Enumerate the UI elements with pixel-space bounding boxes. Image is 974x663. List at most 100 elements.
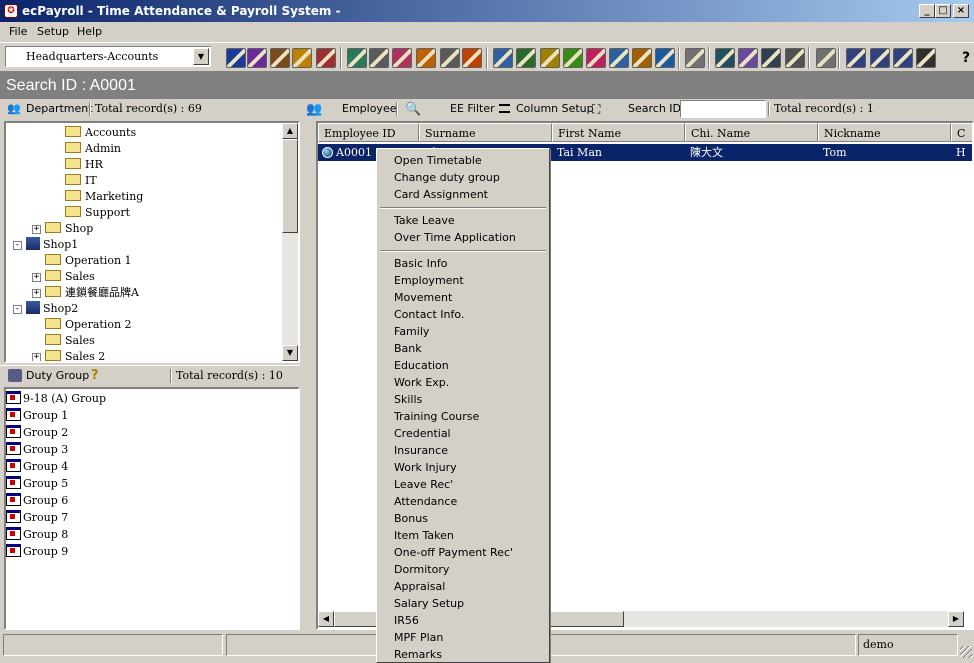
tree-item[interactable]: Shop1	[26, 237, 78, 253]
context-menu-item[interactable]: Basic Info	[394, 255, 447, 272]
context-menu-item[interactable]: Bank	[394, 340, 422, 357]
context-menu-item[interactable]: One-off Payment Rec'	[394, 544, 513, 561]
column-header-employee-id[interactable]: Employee ID	[318, 123, 419, 142]
list-item[interactable]: Group 1	[6, 407, 68, 424]
tree-item[interactable]: Shop	[45, 221, 93, 237]
context-menu-item[interactable]: Over Time Application	[394, 229, 516, 246]
help-icon[interactable]: ?	[91, 366, 99, 386]
org-chart-icon[interactable]	[761, 48, 781, 68]
context-menu-item[interactable]: Take Leave	[394, 212, 455, 229]
scroll-thumb[interactable]	[282, 139, 298, 233]
people-icon[interactable]	[226, 48, 246, 68]
context-menu-item[interactable]: Dormitory	[394, 561, 449, 578]
column-header-first-name[interactable]: First Name	[552, 123, 685, 142]
column-header-surname[interactable]: Surname	[419, 123, 552, 142]
scroll-down-icon[interactable]: ▼	[282, 345, 298, 361]
tree-item[interactable]: Admin	[65, 141, 121, 157]
chevron-down-icon[interactable]: ▼	[193, 48, 209, 65]
copy-icon[interactable]	[493, 48, 513, 68]
tree-item[interactable]: Sales	[45, 333, 95, 349]
context-menu-item[interactable]: Training Course	[394, 408, 479, 425]
context-menu-item[interactable]: Remarks	[394, 646, 442, 663]
context-menu-item[interactable]: Movement	[394, 289, 452, 306]
gear-icon[interactable]	[416, 48, 436, 68]
tree-item[interactable]: Operation 2	[45, 317, 132, 333]
list-item[interactable]: Group 7	[6, 509, 68, 526]
tree-item[interactable]: IT	[65, 173, 97, 189]
context-menu-item[interactable]: Bonus	[394, 510, 428, 527]
scroll-right-icon[interactable]: ▶	[948, 611, 964, 627]
menu-help[interactable]: Help	[77, 25, 102, 38]
list-item[interactable]: Group 3	[6, 441, 68, 458]
expand-icon[interactable]: +	[32, 353, 41, 361]
people-icon[interactable]: 👥	[306, 100, 322, 120]
pencil-icon[interactable]	[563, 48, 583, 68]
search-icon[interactable]: 🔍	[405, 100, 421, 120]
expand-icon[interactable]: +	[32, 225, 41, 234]
alarm-clock-icon[interactable]	[462, 48, 482, 68]
context-menu-item[interactable]: Appraisal	[394, 578, 445, 595]
list-item[interactable]: Group 9	[6, 543, 68, 560]
monitor-icon[interactable]	[715, 48, 735, 68]
menu-setup[interactable]: Setup	[37, 25, 69, 38]
collapse-icon[interactable]: -	[13, 305, 22, 314]
document-icon[interactable]	[369, 48, 389, 68]
tree-item[interactable]: Shop2	[26, 301, 78, 317]
globe-pin-icon[interactable]	[632, 48, 652, 68]
context-menu-item[interactable]: Work Injury	[394, 459, 457, 476]
expand-icon[interactable]: +	[32, 289, 41, 298]
scroll-up-icon[interactable]: ▲	[282, 123, 298, 139]
column-header-nickname[interactable]: Nickname	[818, 123, 951, 142]
search-id-input[interactable]	[680, 100, 766, 118]
binoculars-icon[interactable]: ⛶	[592, 99, 600, 119]
tree-scrollbar[interactable]: ▲ ▼	[282, 123, 298, 361]
company-select[interactable]: Headquarters-Accounts ▼	[5, 46, 211, 67]
context-menu-item[interactable]: Employment	[394, 272, 464, 289]
table-icon[interactable]	[916, 48, 936, 68]
help-icon[interactable]: ?	[956, 48, 974, 68]
context-menu-item[interactable]: Item Taken	[394, 527, 454, 544]
list-item[interactable]: Group 6	[6, 492, 68, 509]
printer-icon[interactable]	[685, 48, 705, 68]
globe-icon[interactable]	[655, 48, 675, 68]
list-icon[interactable]	[893, 48, 913, 68]
column-setup-button[interactable]: Column Setup	[516, 99, 594, 119]
context-menu-item[interactable]: Card Assignment	[394, 186, 488, 203]
context-menu-item[interactable]: Open Timetable	[394, 152, 482, 169]
minimize-button[interactable]: _	[919, 4, 935, 18]
mail-icon[interactable]	[516, 48, 536, 68]
folder-icon[interactable]	[292, 48, 312, 68]
context-menu-item[interactable]: Insurance	[394, 442, 448, 459]
dollar-icon[interactable]	[540, 48, 560, 68]
scroll-left-icon[interactable]: ◀	[318, 611, 334, 627]
group-people-icon[interactable]	[247, 48, 267, 68]
close-button[interactable]: ×	[953, 4, 969, 18]
context-menu-item[interactable]: Family	[394, 323, 429, 340]
book-icon[interactable]	[347, 48, 367, 68]
tree-item[interactable]: HR	[65, 157, 103, 173]
menu-file[interactable]: File	[9, 25, 27, 38]
tools-icon[interactable]	[785, 48, 805, 68]
context-menu-item[interactable]: Leave Rec'	[394, 476, 453, 493]
ee-filter-button[interactable]: EE Filter	[450, 99, 495, 119]
home-icon[interactable]	[609, 48, 629, 68]
person-card-icon[interactable]	[270, 48, 290, 68]
page-icon[interactable]	[816, 48, 836, 68]
context-menu-item[interactable]: Attendance	[394, 493, 457, 510]
maximize-button[interactable]: □	[935, 4, 951, 18]
context-menu-item[interactable]: Credential	[394, 425, 451, 442]
context-menu-item[interactable]: Education	[394, 357, 449, 374]
tree-item[interactable]: Sales	[45, 269, 95, 285]
tree-item[interactable]: 連鎖餐廳品牌A	[45, 285, 139, 301]
tree-item[interactable]: Accounts	[65, 125, 136, 141]
list-item[interactable]: 9-18 (A) Group	[6, 390, 106, 407]
column-header-chi-name[interactable]: Chi. Name	[685, 123, 818, 142]
list-item[interactable]: Group 4	[6, 458, 68, 475]
collapse-icon[interactable]: -	[13, 241, 22, 250]
clock-card-icon[interactable]	[392, 48, 412, 68]
tree-item[interactable]: Operation 1	[45, 253, 132, 269]
tree-icon[interactable]	[870, 48, 890, 68]
list-item[interactable]: Group 5	[6, 475, 68, 492]
column-header-extra[interactable]: C	[951, 123, 972, 142]
chart-icon[interactable]	[586, 48, 606, 68]
